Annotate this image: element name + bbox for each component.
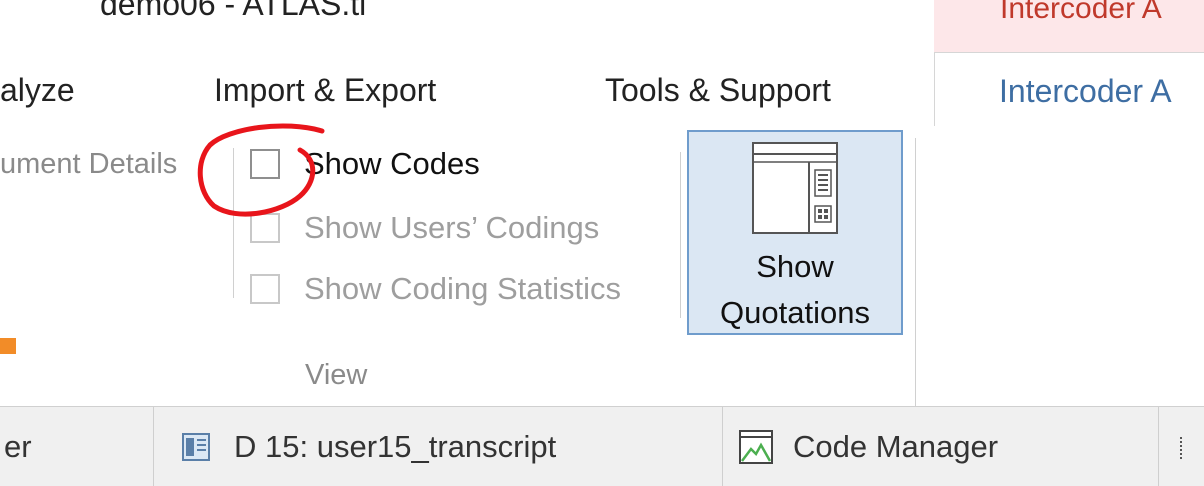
view-group-label: View [305, 359, 368, 391]
code-manager-icon [739, 429, 773, 464]
tab-import-export[interactable]: Import & Export [214, 72, 436, 109]
show-users-codings-checkbox [250, 213, 280, 243]
document-tab-partial[interactable]: er [0, 407, 154, 486]
show-users-codings-label: Show Users’ Codings [304, 210, 600, 245]
show-coding-statistics-checkbox [250, 274, 280, 304]
show-codes-checkbox[interactable] [250, 149, 280, 179]
tab-analyze[interactable]: alyze [0, 72, 75, 109]
code-manager-tab-label: Code Manager [793, 428, 999, 464]
show-codes-checkbox-row[interactable]: Show Codes [250, 142, 480, 186]
show-quotations-line2: Quotations [720, 295, 870, 330]
document-tab-d15-label: D 15: user15_transcript [234, 428, 557, 464]
separator [915, 138, 916, 406]
document-tab-d15[interactable]: D 15: user15_transcript [154, 407, 723, 486]
separator [233, 148, 234, 298]
ribbon-tab-row: alyze Import & Export Tools & Support In… [0, 52, 1204, 128]
show-quotations-line1: Show [756, 249, 834, 284]
document-tab-partial-label: er [4, 428, 32, 464]
orange-marker [0, 338, 16, 354]
show-quotations-label: Show Quotations [689, 244, 901, 336]
document-tab-bar: er D 15: user15_transcript Code Manager [0, 406, 1204, 486]
tab-intercoder-agreement[interactable]: Intercoder A [934, 52, 1204, 128]
overflow-dots-icon[interactable] [1180, 437, 1186, 459]
show-codes-label: Show Codes [304, 146, 480, 181]
quotations-pane-icon [752, 142, 838, 234]
tab-intercoder-agreement-label: Intercoder A [999, 73, 1172, 109]
tab-tools-support[interactable]: Tools & Support [605, 72, 831, 109]
ribbon-panel: ument Details Show Codes Show Users’ Cod… [0, 126, 1204, 406]
document-icon [182, 432, 210, 461]
separator [680, 152, 681, 318]
contextual-tab-header: Intercoder A [934, 0, 1204, 52]
show-users-codings-checkbox-row: Show Users’ Codings [250, 206, 599, 250]
show-quotations-button[interactable]: Show Quotations [687, 130, 903, 335]
show-coding-statistics-checkbox-row: Show Coding Statistics [250, 267, 621, 311]
contextual-header-label: Intercoder A [1000, 0, 1162, 25]
window-title: demo06 - ATLAS.ti [100, 0, 367, 22]
show-coding-statistics-label: Show Coding Statistics [304, 271, 622, 306]
document-details-button[interactable]: ument Details [0, 148, 177, 181]
code-manager-tab[interactable]: Code Manager [723, 407, 1159, 486]
